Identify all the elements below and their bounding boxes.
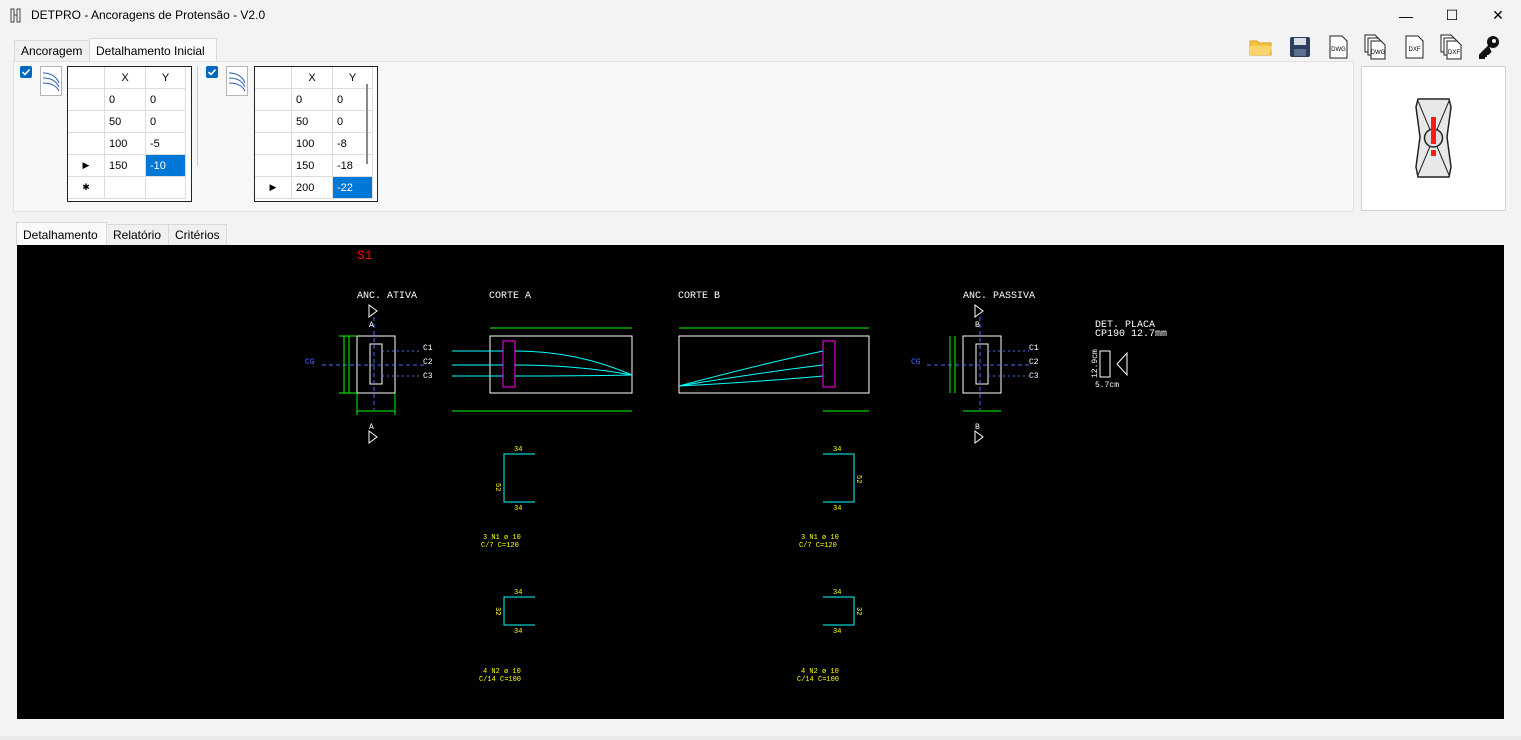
anchor-warning-icon (1415, 98, 1452, 178)
curve2-profile-button[interactable] (226, 66, 248, 96)
maximize-button[interactable]: ☐ (1429, 0, 1475, 31)
cg-label-passive: CG (911, 358, 921, 367)
save-icon[interactable] (1287, 33, 1313, 61)
plate-height-label: 12.9cm (1091, 349, 1100, 378)
stirrup-n2-right (823, 596, 855, 626)
anc-passiva-view: B B (927, 304, 1032, 444)
app-icon (10, 8, 21, 23)
table-row[interactable]: ✱ (68, 176, 186, 199)
table-row[interactable]: 50 0 (255, 110, 373, 133)
curve1-profile-button[interactable] (40, 66, 62, 96)
svg-text:A: A (369, 423, 374, 432)
svg-text:B: B (975, 423, 980, 432)
stirrup-n2-left (503, 596, 535, 626)
title-bar: DETPRO - Ancoragens de Protensão - V2.0 … (0, 0, 1521, 31)
rebar1-left-b: C/7 C=120 (481, 542, 519, 550)
curve-profile-icon (228, 72, 246, 92)
anc-ativa-view: A A (322, 304, 427, 444)
window-bottom-edge (0, 736, 1521, 740)
dxf-multi-label: DXF (1448, 50, 1460, 56)
anc-passiva-title: ANC. PASSIVA (963, 291, 1035, 302)
window-title: DETPRO - Ancoragens de Protensão - V2.0 (31, 8, 266, 22)
svg-text:52: 52 (493, 483, 501, 491)
table-row[interactable]: 00 (255, 88, 373, 111)
rebar1-right-b: C/7 C=120 (799, 542, 837, 550)
dwg-multi-export-icon[interactable]: DWG (1363, 33, 1389, 61)
open-folder-icon[interactable] (1248, 33, 1274, 61)
stirrup-n1-right (823, 453, 855, 503)
tab-relatorio[interactable]: Relatório (106, 224, 169, 246)
det-placa-view (1099, 350, 1128, 378)
rebar2-left-a: 4 N2 ø 10 (483, 668, 521, 676)
tab-detalhamento-inicial[interactable]: Detalhamento Inicial (89, 38, 217, 62)
table-row[interactable]: 150 -18 (255, 154, 373, 177)
grid1-table[interactable]: XY 00 50 0 100 -5 ▶ 150 -10 ✱ (67, 66, 192, 202)
corte-a-title: CORTE A (489, 291, 531, 302)
corte-a-view (452, 327, 633, 412)
dxf-multi-export-icon[interactable]: DXF (1439, 33, 1465, 61)
tab-detalhamento[interactable]: Detalhamento (16, 222, 107, 246)
c1-label-active: C1 (423, 344, 433, 353)
stirrup-n1-left (503, 453, 535, 503)
initial-detail-panel (13, 61, 1354, 212)
svg-text:32: 32 (854, 607, 862, 615)
cg-label-active: CG (305, 358, 315, 367)
section-label: S1 (357, 248, 373, 263)
anchor-preview (1361, 66, 1506, 211)
rebar1-right-a: 3 N1 ø 10 (801, 534, 839, 542)
table-row[interactable]: 50 0 (68, 110, 186, 133)
svg-text:52: 52 (854, 475, 862, 483)
rebar2-right-a: 4 N2 ø 10 (801, 668, 839, 676)
c3-label-active: C3 (423, 372, 433, 381)
table-row[interactable]: ▶ 200 -22 (255, 176, 373, 199)
cad-drawing-canvas[interactable]: S1 ANC. ATIVA CORTE A CORTE B ANC. PASSI… (17, 245, 1504, 719)
svg-text:A: A (369, 321, 374, 330)
curve2-checkbox[interactable] (206, 66, 218, 78)
curve-profile-icon (42, 72, 60, 92)
dwg-label: DWG (1331, 47, 1346, 53)
table-row[interactable]: ▶ 150 -10 (68, 154, 186, 177)
dwg-multi-label: DWG (1371, 50, 1386, 56)
grid2-table[interactable]: XY 00 50 0 100 -8 150 -18 ▶ 200 -22 (254, 66, 378, 202)
svg-text:34: 34 (833, 589, 841, 597)
grid1-header-y: Y (145, 67, 186, 89)
corte-b-view (678, 327, 870, 412)
corte-b-title: CORTE B (678, 291, 720, 302)
svg-text:34: 34 (514, 628, 522, 636)
anc-ativa-title: ANC. ATIVA (357, 291, 417, 302)
tab-ancoragem[interactable]: Ancoragem (14, 40, 90, 62)
det-placa-spec: CP190 12.7mm (1095, 329, 1167, 340)
table-row[interactable]: 100 -8 (255, 132, 373, 155)
grid1-header-x: X (104, 67, 146, 89)
svg-text:32: 32 (493, 607, 501, 615)
table-row[interactable]: 00 (68, 88, 186, 111)
c3-label-passive: C3 (1029, 372, 1039, 381)
rebar2-right-b: C/14 C=100 (797, 676, 839, 684)
curve1-checkbox[interactable] (20, 66, 32, 78)
svg-text:34: 34 (833, 505, 841, 513)
c2-label-passive: C2 (1029, 358, 1039, 367)
svg-text:34: 34 (514, 505, 522, 513)
dxf-label: DXF (1409, 47, 1421, 53)
svg-text:34: 34 (833, 446, 841, 454)
svg-text:34: 34 (514, 446, 522, 454)
grid1-separator (197, 66, 198, 166)
svg-text:34: 34 (514, 589, 522, 597)
rebar1-left-a: 3 N1 ø 10 (483, 534, 521, 542)
close-button[interactable]: ✕ (1475, 0, 1521, 31)
grid2-header-x: X (291, 67, 333, 89)
rebar2-left-b: C/14 C=100 (479, 676, 521, 684)
minimize-button[interactable]: — (1383, 0, 1429, 31)
grid2-scrollbar[interactable] (366, 84, 368, 164)
c1-label-passive: C1 (1029, 344, 1039, 353)
dxf-export-icon[interactable]: DXF (1401, 33, 1427, 61)
plate-width-label: 5.7cm (1095, 381, 1119, 390)
dwg-export-icon[interactable]: DWG (1325, 33, 1351, 61)
svg-text:34: 34 (833, 628, 841, 636)
table-row[interactable]: 100 -5 (68, 132, 186, 155)
svg-text:B: B (975, 321, 980, 330)
c2-label-active: C2 (423, 358, 433, 367)
key-icon[interactable] (1476, 33, 1502, 61)
tab-criterios[interactable]: Critérios (168, 224, 227, 246)
